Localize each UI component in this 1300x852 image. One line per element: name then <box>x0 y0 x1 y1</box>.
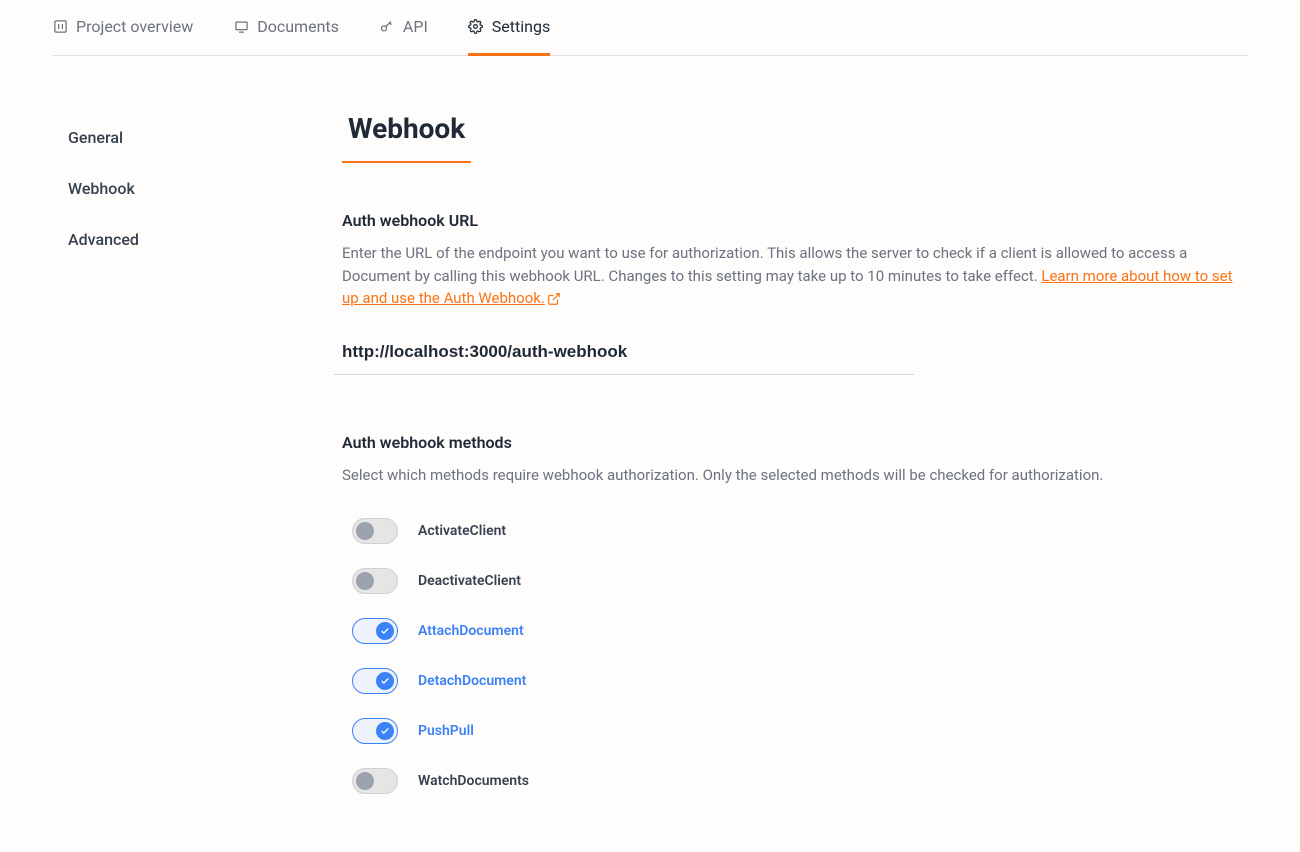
tab-label: Documents <box>257 17 339 36</box>
toggle-deactivateclient[interactable] <box>352 568 398 594</box>
tab-settings[interactable]: Settings <box>468 0 550 56</box>
toggle-label: AttachDocument <box>418 623 524 639</box>
chart-icon <box>52 18 68 34</box>
auth-url-title: Auth webhook URL <box>342 211 1238 230</box>
tab-label: Project overview <box>76 17 193 36</box>
sidebar-item-label: Advanced <box>68 230 139 249</box>
toggle-activateclient[interactable] <box>352 518 398 544</box>
auth-methods-description: Select which methods require webhook aut… <box>342 464 1238 487</box>
toggle-detachdocument[interactable] <box>352 668 398 694</box>
sidebar: General Webhook Advanced <box>52 112 332 852</box>
toggle-knob <box>356 522 374 540</box>
sidebar-item-advanced[interactable]: Advanced <box>68 214 332 265</box>
toggle-row-detachdocument: DetachDocument <box>352 668 1238 694</box>
auth-methods-title: Auth webhook methods <box>342 433 1238 452</box>
toggle-label: DeactivateClient <box>418 573 521 589</box>
toggle-row-deactivateclient: DeactivateClient <box>352 568 1238 594</box>
tab-label: Settings <box>492 17 550 36</box>
toggle-watchdocuments[interactable] <box>352 768 398 794</box>
top-nav: Project overview Documents API Settings <box>52 0 1248 56</box>
sidebar-item-webhook[interactable]: Webhook <box>68 163 332 214</box>
auth-url-description: Enter the URL of the endpoint you want t… <box>342 242 1238 310</box>
auth-methods-section: Auth webhook methods Select which method… <box>342 433 1238 795</box>
toggle-row-attachdocument: AttachDocument <box>352 618 1238 644</box>
sidebar-item-label: General <box>68 128 123 147</box>
sidebar-item-general[interactable]: General <box>68 112 332 163</box>
sidebar-item-label: Webhook <box>68 179 135 198</box>
toggle-knob <box>376 672 394 690</box>
toggle-pushpull[interactable] <box>352 718 398 744</box>
toggle-row-watchdocuments: WatchDocuments <box>352 768 1238 794</box>
gear-icon <box>468 18 484 34</box>
toggle-label: PushPull <box>418 723 474 739</box>
auth-url-section: Auth webhook URL Enter the URL of the en… <box>342 211 1238 375</box>
toggle-label: WatchDocuments <box>418 773 529 789</box>
toggle-list: ActivateClient DeactivateClient <box>342 518 1238 794</box>
toggle-label: DetachDocument <box>418 673 526 689</box>
tab-api[interactable]: API <box>379 0 428 56</box>
toggle-knob <box>376 722 394 740</box>
toggle-knob <box>356 572 374 590</box>
toggle-label: ActivateClient <box>418 523 506 539</box>
key-icon <box>379 18 395 34</box>
tab-project-overview[interactable]: Project overview <box>52 0 193 56</box>
auth-url-input[interactable] <box>334 342 914 362</box>
tab-label: API <box>403 17 428 36</box>
toggle-row-activateclient: ActivateClient <box>352 518 1238 544</box>
external-link-icon <box>547 292 561 306</box>
toggle-row-pushpull: PushPull <box>352 718 1238 744</box>
toggle-attachdocument[interactable] <box>352 618 398 644</box>
content: Webhook Auth webhook URL Enter the URL o… <box>332 112 1248 852</box>
toggle-knob <box>376 622 394 640</box>
url-input-wrapper <box>334 342 914 375</box>
monitor-icon <box>233 18 249 34</box>
toggle-knob <box>356 772 374 790</box>
page-title: Webhook <box>342 112 471 163</box>
tab-documents[interactable]: Documents <box>233 0 339 56</box>
